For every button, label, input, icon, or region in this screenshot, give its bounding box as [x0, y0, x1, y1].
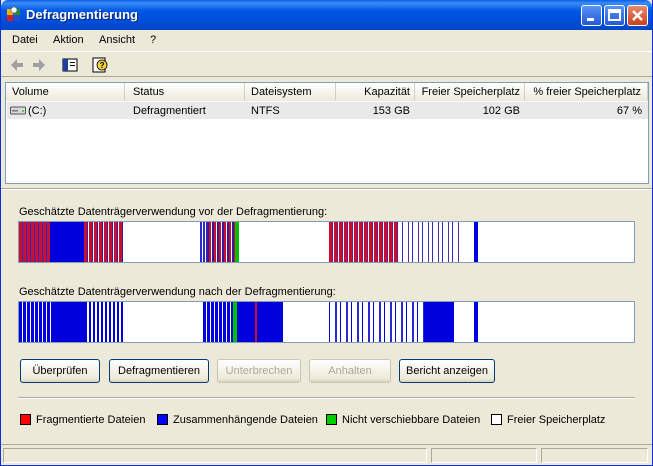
cell-free-percent: 67 %	[616, 105, 642, 117]
contiguous-block	[50, 222, 84, 262]
defrag-window: Defragmentierung Datei Aktion Ansicht ?	[0, 0, 653, 466]
fragmented-block	[329, 222, 399, 262]
status-pane	[431, 448, 537, 463]
menu-aktion[interactable]: Aktion	[53, 34, 84, 46]
toolbar: ?	[1, 51, 652, 77]
close-icon	[632, 10, 643, 21]
col-free-percent[interactable]: % freier Speicherplatz	[525, 83, 648, 101]
cell-capacity: 153 GB	[372, 105, 410, 117]
minimize-icon	[587, 18, 594, 21]
contiguous-block	[474, 302, 478, 342]
fragmented-block	[207, 222, 235, 262]
fragmented-block	[84, 222, 124, 262]
col-status[interactable]: Status	[125, 83, 245, 101]
menu-ansicht[interactable]: Ansicht	[99, 34, 135, 46]
defrag-app-icon	[7, 6, 20, 21]
col-filesystem[interactable]: Dateisystem	[245, 83, 336, 101]
legend-label: Fragmentierte Dateien	[36, 414, 146, 426]
fragmented-block	[19, 222, 50, 262]
after-defrag-usage-bar	[18, 301, 635, 343]
title-bar[interactable]: Defragmentierung	[1, 0, 652, 30]
help-icon[interactable]: ?	[91, 56, 109, 74]
col-capacity[interactable]: Kapazität	[336, 83, 415, 101]
back-arrow-icon[interactable]	[8, 56, 26, 74]
contiguous-swatch	[157, 414, 168, 425]
cell-free-space: 102 GB	[482, 105, 520, 117]
contiguous-block	[329, 302, 439, 342]
hard-drive-icon	[10, 106, 26, 115]
contiguous-block	[85, 302, 125, 342]
forward-arrow-icon[interactable]	[30, 56, 48, 74]
free-space-swatch	[491, 414, 502, 425]
window-title: Defragmentierung	[26, 7, 138, 22]
table-row[interactable]: (C:) Defragmentiert NTFS 153 GB 102 GB 6…	[7, 102, 648, 119]
maximize-icon	[608, 9, 621, 21]
before-defrag-label: Geschätzte Datenträgerverwendung vor der…	[19, 206, 328, 218]
before-defrag-usage-bar	[18, 221, 635, 263]
col-volume[interactable]: Volume	[6, 83, 125, 101]
legend-label: Freier Speicherplatz	[507, 414, 606, 426]
unmovable-swatch	[326, 414, 337, 425]
legend-label: Nicht verschiebbare Dateien	[342, 414, 481, 426]
cell-status: Defragmentiert	[133, 105, 206, 117]
minimize-button[interactable]	[581, 5, 602, 26]
fragmented-block	[255, 302, 257, 342]
contiguous-block	[53, 302, 85, 342]
divider	[18, 397, 635, 399]
defragment-button[interactable]: Defragmentieren	[109, 359, 209, 383]
contiguous-block	[203, 302, 233, 342]
status-bar	[1, 444, 652, 465]
status-pane	[541, 448, 648, 463]
menu-datei[interactable]: Datei	[12, 34, 38, 46]
interrupt-button[interactable]: Unterbrechen	[217, 359, 301, 383]
contiguous-block	[200, 222, 207, 262]
after-defrag-label: Geschätzte Datenträgerverwendung nach de…	[19, 286, 336, 298]
pause-button[interactable]: Anhalten	[309, 359, 391, 383]
contiguous-block	[474, 222, 478, 262]
legend-label: Zusammenhängende Dateien	[173, 414, 318, 426]
contiguous-block	[19, 302, 53, 342]
menu-bar: Datei Aktion Ansicht ?	[1, 30, 652, 50]
check-button[interactable]: Überprüfen	[20, 359, 100, 383]
close-button[interactable]	[627, 5, 648, 26]
show-hide-console-tree-icon[interactable]	[61, 56, 79, 74]
maximize-button[interactable]	[604, 5, 625, 26]
contiguous-block	[237, 302, 283, 342]
menu-help[interactable]: ?	[150, 34, 156, 46]
status-pane	[3, 448, 427, 463]
show-report-button[interactable]: Bericht anzeigen	[399, 359, 495, 383]
contiguous-block	[424, 302, 454, 342]
volume-list[interactable]: Volume Status Dateisystem Kapazität Frei…	[5, 82, 649, 184]
col-free-space[interactable]: Freier Speicherplatz	[415, 83, 525, 101]
cell-filesystem: NTFS	[251, 105, 280, 117]
cell-volume: (C:)	[28, 105, 47, 117]
contiguous-block	[402, 222, 462, 262]
unmovable-block	[235, 222, 239, 262]
svg-text:?: ?	[100, 61, 105, 70]
fragmented-swatch	[20, 414, 31, 425]
divider	[1, 188, 652, 190]
